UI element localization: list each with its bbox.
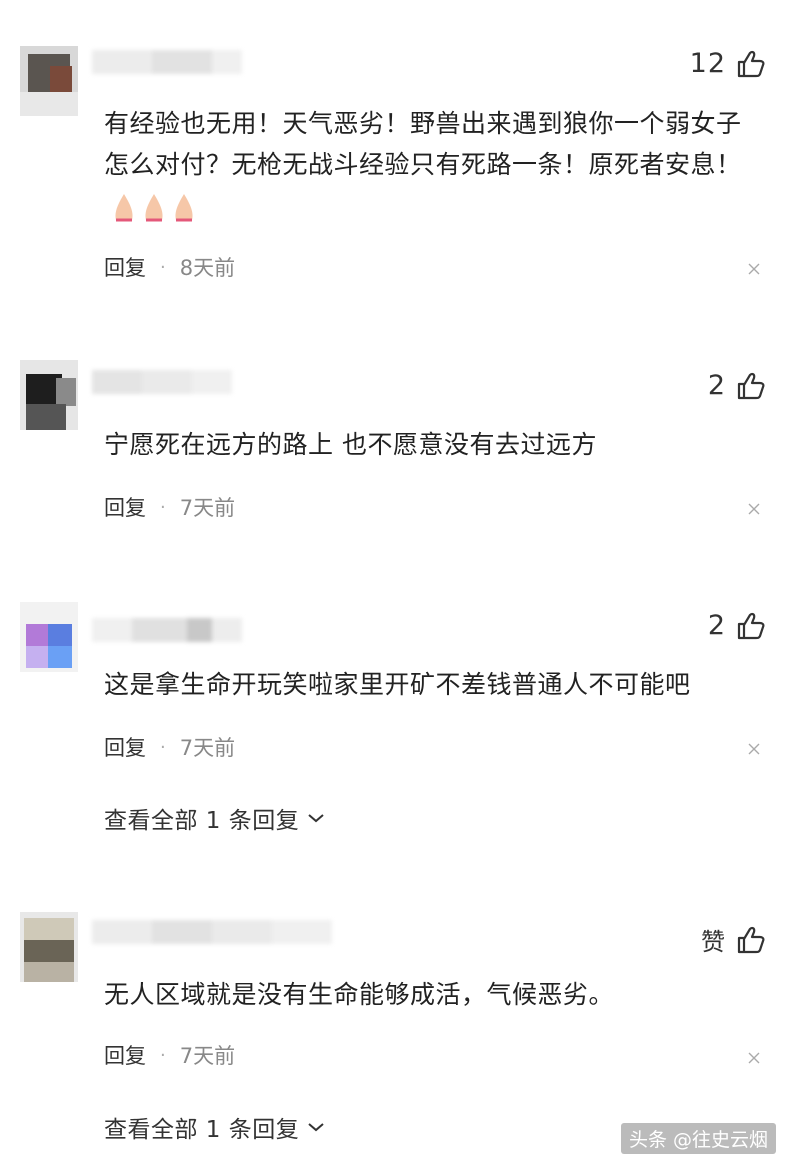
- reply-link[interactable]: 回复: [104, 1040, 146, 1070]
- comment-text: 有经验也无用！天气恶劣！野兽出来遇到狼你一个弱女子怎么对付？无枪无战斗经验只有死…: [104, 103, 754, 226]
- comment-meta: 回复 · 7天前: [104, 492, 235, 522]
- separator-dot: ·: [160, 736, 166, 758]
- like-button[interactable]: 2: [708, 370, 766, 401]
- view-all-replies-button[interactable]: 查看全部 1 条回复: [104, 1110, 325, 1144]
- chevron-down-icon: [308, 1123, 324, 1132]
- comment-text: 宁愿死在远方的路上 也不愿意没有去过远方: [104, 430, 597, 459]
- comment-meta: 回复 · 8天前: [104, 252, 235, 282]
- comment-meta: 回复 · 7天前: [104, 1040, 235, 1070]
- like-count: 2: [707, 610, 726, 641]
- watermark: 头条 @往史云烟: [620, 1123, 776, 1154]
- like-button[interactable]: 2: [708, 610, 766, 641]
- comment-item: 2 宁愿死在远方的路上 也不愿意没有去过远方 回复 · 7天前: [0, 340, 798, 560]
- comment-text-content: 有经验也无用！天气恶劣！野兽出来遇到狼你一个弱女子怎么对付？无枪无战斗经验只有死…: [104, 109, 742, 179]
- like-label: 赞: [701, 928, 726, 956]
- avatar[interactable]: [20, 602, 78, 672]
- thumbs-up-icon: [737, 612, 765, 639]
- comment-meta: 回复 · 7天前: [104, 732, 235, 762]
- reply-link[interactable]: 回复: [104, 732, 146, 762]
- close-icon[interactable]: [748, 743, 760, 755]
- username-blurred[interactable]: [92, 618, 242, 642]
- thumbs-up-icon: [737, 926, 765, 953]
- close-icon[interactable]: [748, 1052, 760, 1064]
- close-icon[interactable]: [748, 263, 760, 275]
- view-all-replies-button[interactable]: 查看全部 1 条回复: [104, 801, 325, 835]
- avatar[interactable]: [20, 360, 78, 430]
- comment-time: 7天前: [179, 736, 236, 760]
- like-button[interactable]: 12: [690, 48, 766, 79]
- thumbs-up-icon: [737, 372, 765, 399]
- comment-time: 7天前: [179, 1044, 236, 1068]
- username-blurred[interactable]: [92, 370, 232, 394]
- like-count: 12: [689, 48, 726, 79]
- comment-item: 12 有经验也无用！天气恶劣！野兽出来遇到狼你一个弱女子怎么对付？无枪无战斗经验…: [0, 0, 798, 300]
- comment-time: 8天前: [179, 256, 236, 280]
- like-count: 2: [707, 370, 726, 401]
- comment-item: 2 这是拿生命开玩笑啦家里开矿不差钱普通人不可能吧 回复 · 7天前 查看全部 …: [0, 580, 798, 870]
- chevron-down-icon: [308, 814, 324, 823]
- thumbs-up-icon: [737, 50, 765, 77]
- separator-dot: ·: [160, 496, 166, 518]
- separator-dot: ·: [160, 256, 166, 278]
- username-blurred[interactable]: [92, 50, 242, 74]
- avatar[interactable]: [20, 46, 78, 116]
- comment-time: 7天前: [179, 496, 236, 520]
- close-icon[interactable]: [748, 503, 760, 515]
- praying-hands-emoji: [112, 192, 196, 222]
- like-button[interactable]: 赞: [701, 922, 766, 957]
- view-replies-label: 查看全部 1 条回复: [104, 808, 300, 834]
- comment-text: 无人区域就是没有生命能够成活，气候恶劣。: [104, 980, 615, 1009]
- reply-link[interactable]: 回复: [104, 492, 146, 522]
- avatar[interactable]: [20, 912, 78, 982]
- comment-text: 这是拿生命开玩笑啦家里开矿不差钱普通人不可能吧: [104, 670, 691, 699]
- reply-link[interactable]: 回复: [104, 252, 146, 282]
- username-blurred[interactable]: [92, 920, 332, 944]
- view-replies-label: 查看全部 1 条回复: [104, 1117, 300, 1143]
- separator-dot: ·: [160, 1044, 166, 1066]
